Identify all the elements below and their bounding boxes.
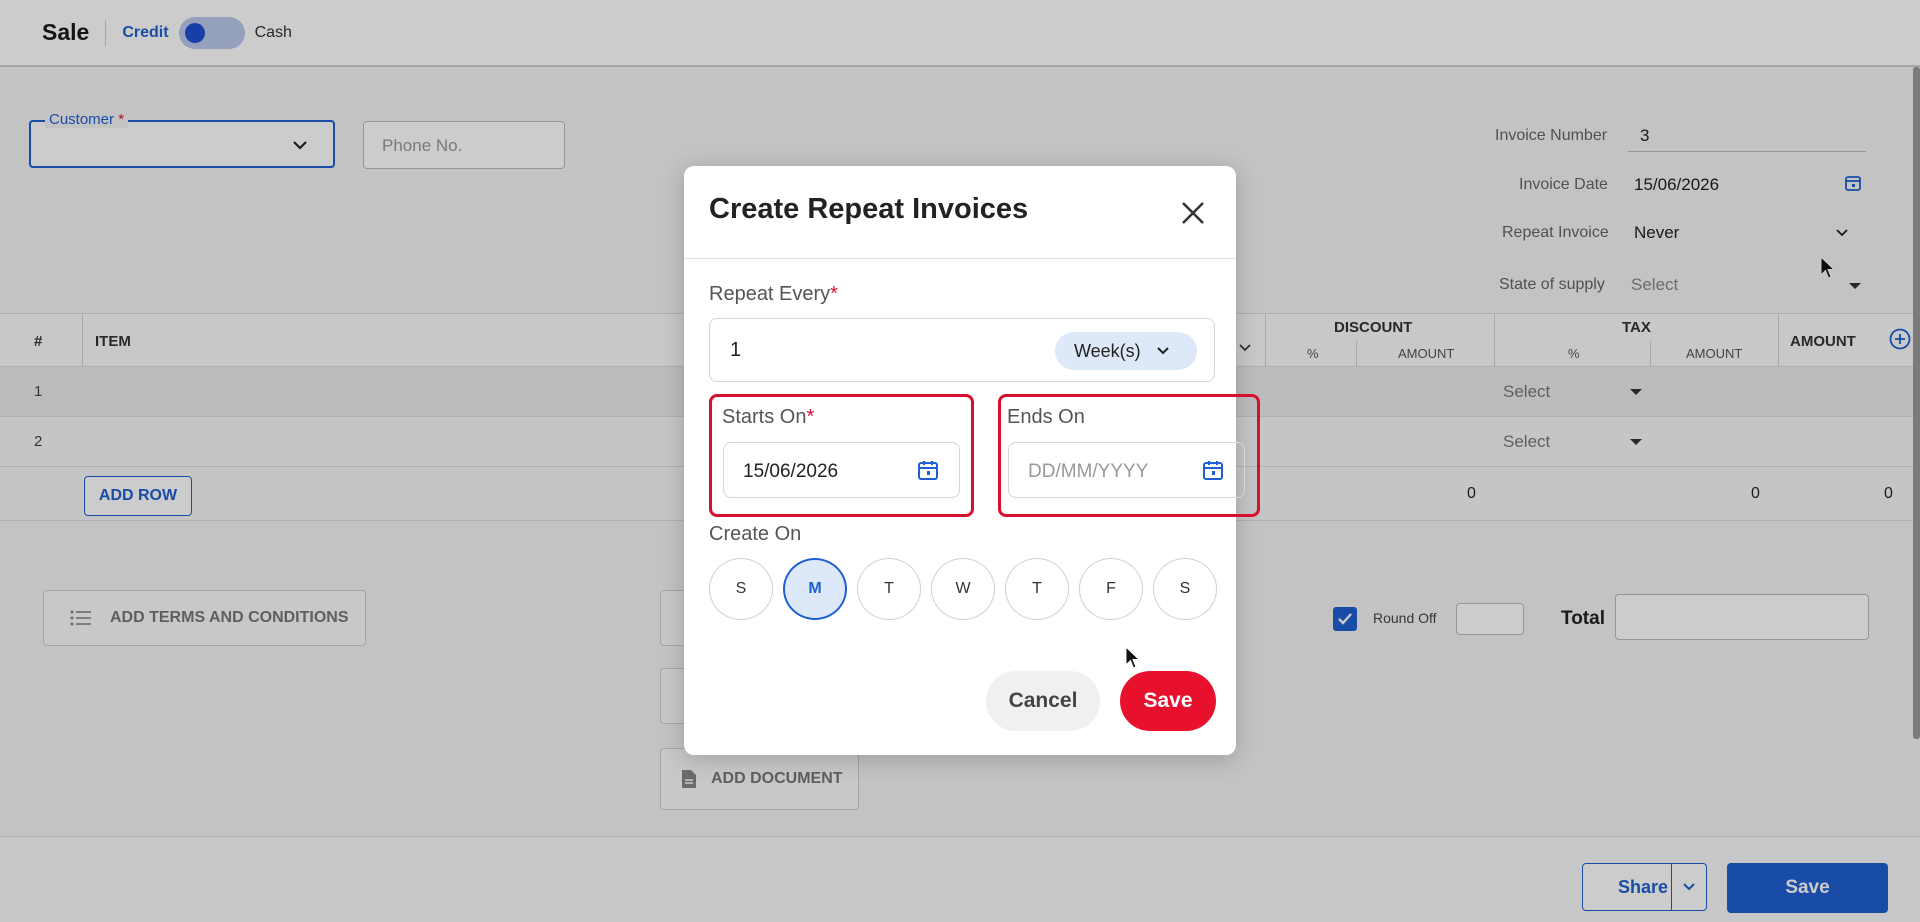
repeat-every-label: Repeat Every*: [709, 283, 838, 306]
day-sunday[interactable]: S: [709, 558, 773, 620]
create-repeat-invoices-dialog: Create Repeat Invoices Repeat Every* 1 W…: [684, 166, 1260, 755]
dialog-header: Create Repeat Invoices: [684, 166, 1236, 259]
day-monday[interactable]: M: [783, 558, 847, 620]
required-mark: *: [806, 406, 815, 428]
repeat-unit-select[interactable]: Week(s): [1055, 332, 1197, 370]
starts-on-label-text: Starts On: [722, 406, 807, 428]
day-saturday[interactable]: S: [1153, 558, 1217, 620]
starts-on-label: Starts On*: [722, 406, 814, 429]
repeat-every-label-text: Repeat Every: [709, 283, 831, 305]
required-mark: *: [830, 283, 838, 305]
ends-on-placeholder: DD/MM/YYYY: [1028, 461, 1149, 482]
day-thursday[interactable]: T: [1005, 558, 1069, 620]
weekday-selector: S M T W T F S: [709, 558, 1217, 620]
cancel-button[interactable]: Cancel: [986, 671, 1100, 731]
mouse-cursor-icon: [1125, 646, 1141, 669]
save-button[interactable]: Save: [1120, 671, 1216, 731]
repeat-every-input[interactable]: 1 Week(s): [709, 318, 1215, 382]
repeat-unit-value: Week(s): [1074, 340, 1141, 361]
day-wednesday[interactable]: W: [931, 558, 995, 620]
dialog-title: Create Repeat Invoices: [709, 193, 1029, 225]
calendar-icon[interactable]: [1202, 459, 1224, 481]
day-friday[interactable]: F: [1079, 558, 1143, 620]
chevron-down-icon: [1156, 347, 1169, 355]
close-icon: [1182, 202, 1204, 224]
calendar-icon[interactable]: [917, 459, 939, 481]
day-tuesday[interactable]: T: [857, 558, 921, 620]
starts-on-value: 15/06/2026: [743, 461, 839, 482]
close-button[interactable]: [1178, 198, 1208, 228]
ends-on-input[interactable]: DD/MM/YYYY: [1008, 442, 1245, 498]
create-on-label: Create On: [709, 523, 802, 545]
ends-on-label: Ends On: [1007, 406, 1085, 428]
starts-on-input[interactable]: 15/06/2026: [723, 442, 960, 498]
repeat-every-value: 1: [730, 339, 742, 361]
